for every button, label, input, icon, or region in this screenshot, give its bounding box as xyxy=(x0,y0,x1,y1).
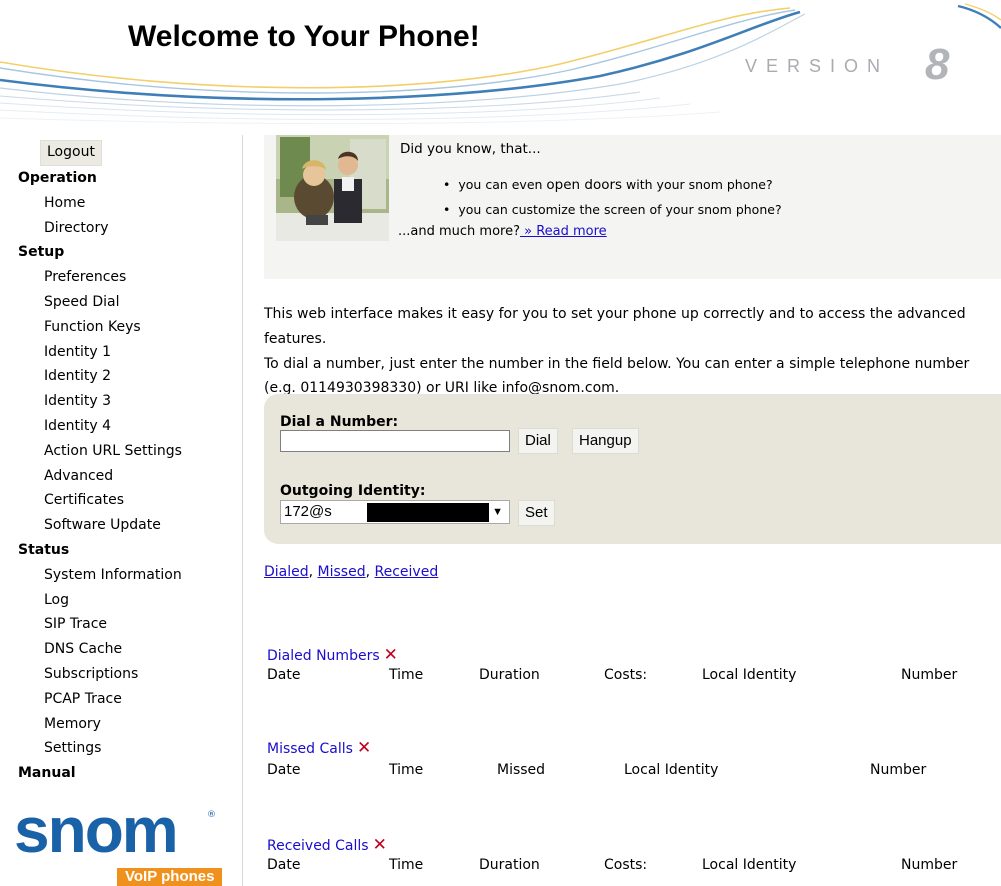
column-header: Time xyxy=(389,667,424,683)
column-header: Costs: xyxy=(604,857,648,873)
sidebar-item-sip-trace[interactable]: SIP Trace xyxy=(0,612,240,637)
dialed-numbers-title-text: Dialed Numbers xyxy=(267,648,380,664)
tip-more: ...and much more? » Read more xyxy=(398,224,607,239)
intro-text: This web interface makes it easy for you… xyxy=(264,302,999,401)
column-header: Duration xyxy=(479,857,540,873)
sidebar-item-action-url-settings[interactable]: Action URL Settings xyxy=(0,439,240,464)
delete-missed-icon[interactable]: ✕ xyxy=(357,738,371,758)
dial-number-label: Dial a Number: xyxy=(280,414,399,430)
sidebar-section-manual[interactable]: Manual xyxy=(0,761,240,786)
tip-bullet-1-post: with your snom phone? xyxy=(622,177,773,192)
missed-link[interactable]: Missed xyxy=(318,564,366,580)
tip-heading: Did you know, that... xyxy=(400,141,541,157)
dial-button[interactable]: Dial xyxy=(518,428,558,454)
tip-bullet-2-text: you can customize the screen of your sno… xyxy=(458,202,782,217)
column-header: Local Identity xyxy=(702,857,797,873)
tip-bullet-1: you can even open doors with your snom p… xyxy=(443,177,773,193)
received-calls-title: Received Calls ✕ xyxy=(267,835,387,855)
sidebar-item-memory[interactable]: Memory xyxy=(0,712,240,737)
page-title: Welcome to Your Phone! xyxy=(128,20,480,53)
sidebar-item-pcap-trace[interactable]: PCAP Trace xyxy=(0,687,240,712)
tip-bullet-1-pre: you can even xyxy=(458,177,547,192)
call-list-links: Dialed, Missed, Received xyxy=(264,564,438,580)
link-separator: , xyxy=(365,564,375,580)
column-header: Costs: xyxy=(604,667,648,683)
sidebar-item-certificates[interactable]: Certificates xyxy=(0,488,240,513)
column-header: Date xyxy=(267,857,301,873)
sidebar-item-software-update[interactable]: Software Update xyxy=(0,513,240,538)
snom-logo-wordmark: snom xyxy=(14,794,179,866)
sidebar-item-system-information[interactable]: System Information xyxy=(0,563,240,588)
tip-bullet-1-bold: open doors xyxy=(546,177,623,193)
column-header: Number xyxy=(901,857,958,873)
office-photo-image xyxy=(276,135,389,241)
sidebar-item-directory[interactable]: Directory xyxy=(0,216,240,241)
sidebar-divider xyxy=(242,135,243,886)
dial-number-input[interactable] xyxy=(280,430,510,452)
sidebar-section-setup[interactable]: Setup xyxy=(0,240,240,265)
column-header: Date xyxy=(267,762,301,778)
read-more-link[interactable]: » Read more xyxy=(520,224,607,239)
sidebar-section-status[interactable]: Status xyxy=(0,538,240,563)
tip-bullet-2: you can customize the screen of your sno… xyxy=(443,202,782,217)
sidebar-item-settings[interactable]: Settings xyxy=(0,736,240,761)
dial-panel: Dial a Number: Dial Hangup Outgoing Iden… xyxy=(264,394,1001,544)
dialed-numbers-title: Dialed Numbers ✕ xyxy=(267,645,398,665)
intro-paragraph-1: This web interface makes it easy for you… xyxy=(264,306,966,347)
sidebar-item-advanced[interactable]: Advanced xyxy=(0,464,240,489)
dialed-link[interactable]: Dialed xyxy=(264,564,309,580)
version-label: VERSION xyxy=(745,56,890,76)
sidebar-item-identity-2[interactable]: Identity 2 xyxy=(0,364,240,389)
received-calls-title-text: Received Calls xyxy=(267,838,369,854)
missed-calls-title-text: Missed Calls xyxy=(267,741,353,757)
outgoing-identity-label: Outgoing Identity: xyxy=(280,483,426,499)
snom-logo: snom ® VoIP phones xyxy=(14,798,236,886)
version-number: 8 xyxy=(925,40,950,89)
sidebar-item-speed-dial[interactable]: Speed Dial xyxy=(0,290,240,315)
sidebar-item-identity-3[interactable]: Identity 3 xyxy=(0,389,240,414)
registered-mark-icon: ® xyxy=(207,810,216,820)
column-header: Time xyxy=(389,857,424,873)
set-identity-button[interactable]: Set xyxy=(518,500,555,526)
sidebar-item-preferences[interactable]: Preferences xyxy=(0,265,240,290)
sidebar-item-function-keys[interactable]: Function Keys xyxy=(0,315,240,340)
column-header: Duration xyxy=(479,667,540,683)
delete-dialed-icon[interactable]: ✕ xyxy=(384,645,398,665)
column-header: Local Identity xyxy=(702,667,797,683)
tip-more-text: ...and much more? xyxy=(398,224,520,239)
column-header: Missed xyxy=(497,762,546,778)
sidebar-nav: Operation Home Directory Setup Preferences Sp… xyxy=(0,166,240,786)
sidebar-item-dns-cache[interactable]: DNS Cache xyxy=(0,637,240,662)
sidebar-item-identity-1[interactable]: Identity 1 xyxy=(0,340,240,365)
snom-logo-tagline: VoIP phones xyxy=(117,868,223,886)
page-header: Welcome to Your Phone! VERSION 8 xyxy=(0,0,1001,125)
sidebar-item-home[interactable]: Home xyxy=(0,191,240,216)
redaction-bar xyxy=(367,503,489,522)
outgoing-identity-select[interactable]: 172@s ▼ xyxy=(280,500,510,524)
sidebar-item-subscriptions[interactable]: Subscriptions xyxy=(0,662,240,687)
outgoing-identity-value: 172@s xyxy=(284,503,332,520)
hangup-button[interactable]: Hangup xyxy=(572,428,639,454)
received-link[interactable]: Received xyxy=(375,564,439,580)
column-header: Local Identity xyxy=(624,762,719,778)
missed-calls-title: Missed Calls ✕ xyxy=(267,738,371,758)
did-you-know-panel: Did you know, that... you can even open … xyxy=(264,135,1001,279)
dropdown-arrow-icon: ▼ xyxy=(492,506,503,518)
delete-received-icon[interactable]: ✕ xyxy=(373,835,387,855)
sidebar-section-operation[interactable]: Operation xyxy=(0,166,240,191)
sidebar-item-log[interactable]: Log xyxy=(0,588,240,613)
link-separator: , xyxy=(308,564,318,580)
column-header: Number xyxy=(901,667,958,683)
column-header: Date xyxy=(267,667,301,683)
logout-button[interactable]: Logout xyxy=(40,140,102,166)
column-header: Number xyxy=(870,762,927,778)
sidebar-item-identity-4[interactable]: Identity 4 xyxy=(0,414,240,439)
column-header: Time xyxy=(389,762,424,778)
